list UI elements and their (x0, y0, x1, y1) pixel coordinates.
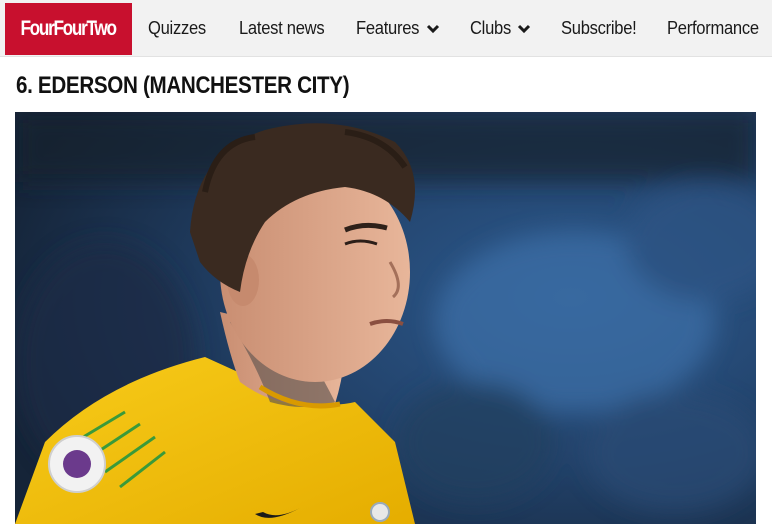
nav-item-label: Features (355, 18, 419, 38)
nav-item-label: Quizzes (148, 18, 206, 38)
nav-item-label: Subscribe! (560, 18, 637, 38)
article-heading-text: 6. EDERSON (MANCHESTER CITY) (16, 72, 350, 99)
nav-item-performance[interactable]: Performance (667, 0, 767, 57)
article-hero-image (15, 112, 756, 524)
nav-item-label: Clubs (470, 18, 512, 38)
logo-text: FourFourTwo (20, 17, 118, 40)
nav-item-label: Performance (666, 18, 759, 38)
top-navigation: FourFourTwo Quizzes Latest news Features… (0, 0, 772, 57)
article-heading: 6. EDERSON (MANCHESTER CITY) (16, 72, 404, 106)
chevron-down-icon (517, 24, 531, 34)
nav-item-clubs[interactable]: Clubs (470, 0, 531, 57)
nav-item-subscribe[interactable]: Subscribe! (561, 0, 643, 57)
fourfourtwo-logo[interactable]: FourFourTwo (5, 3, 132, 55)
nav-item-quizzes[interactable]: Quizzes (148, 0, 211, 57)
nav-menu: Quizzes Latest news Features Clubs Subsc… (132, 0, 767, 57)
nav-item-label: Latest news (238, 18, 325, 38)
nav-item-latest-news[interactable]: Latest news (239, 0, 332, 57)
nav-item-features[interactable]: Features (356, 0, 441, 57)
goalkeeper-photo (15, 112, 756, 524)
chevron-down-icon (426, 24, 440, 34)
